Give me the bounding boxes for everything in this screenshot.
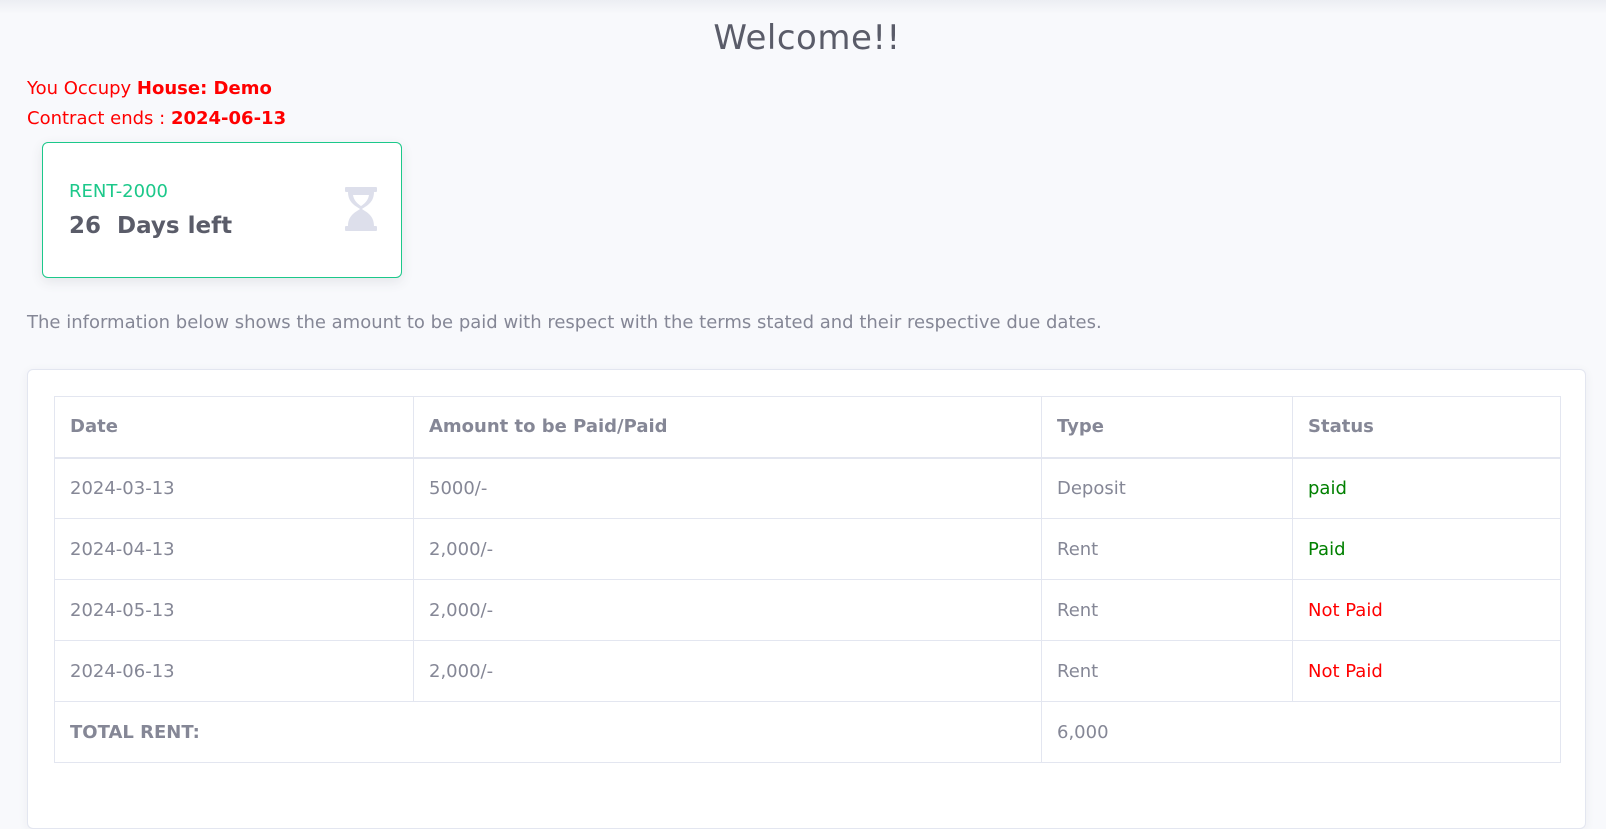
occupancy-info: You Occupy House: Demo Contract ends : 2… (27, 74, 286, 134)
column-header-date: Date (54, 396, 414, 459)
row-date: 2024-06-13 (54, 640, 414, 702)
row-type: Rent (1041, 579, 1293, 641)
rent-card-title: RENT-2000 (69, 181, 168, 202)
hourglass-icon (345, 187, 377, 231)
table-header-row: Date Amount to be Paid/Paid Type Status (54, 396, 1561, 459)
row-amount: 5000/- (413, 457, 1042, 519)
rent-countdown-card: RENT-2000 26 Days left (42, 142, 402, 278)
row-amount: 2,000/- (413, 518, 1042, 580)
house-name: House: Demo (136, 78, 272, 99)
row-status: paid (1292, 457, 1561, 519)
row-date: 2024-04-13 (54, 518, 414, 580)
payments-table: Date Amount to be Paid/Paid Type Status … (54, 396, 1561, 763)
total-rent-label: TOTAL RENT: (54, 701, 1042, 763)
days-left-number: 26 (69, 213, 102, 239)
row-status: Not Paid (1292, 579, 1561, 641)
row-type: Deposit (1041, 457, 1293, 519)
occupy-prefix: You Occupy (27, 78, 137, 99)
total-row: TOTAL RENT: 6,000 (54, 701, 1561, 763)
contract-end-line: Contract ends : 2024-06-13 (27, 104, 286, 134)
row-date: 2024-05-13 (54, 579, 414, 641)
row-type: Rent (1041, 640, 1293, 702)
contract-prefix: Contract ends : (27, 108, 171, 129)
total-rent-value: 6,000 (1041, 701, 1561, 763)
row-type: Rent (1041, 518, 1293, 580)
row-amount: 2,000/- (413, 579, 1042, 641)
table-row: 2024-06-13 2,000/- Rent Not Paid (54, 640, 1561, 702)
table-row: 2024-05-13 2,000/- Rent Not Paid (54, 579, 1561, 641)
contract-end-date: 2024-06-13 (170, 108, 287, 129)
column-header-amount: Amount to be Paid/Paid (413, 396, 1042, 459)
row-date: 2024-03-13 (54, 457, 414, 519)
row-amount: 2,000/- (413, 640, 1042, 702)
column-header-type: Type (1041, 396, 1293, 459)
table-row: 2024-03-13 5000/- Deposit paid (54, 457, 1561, 519)
column-header-status: Status (1292, 396, 1561, 459)
dashboard-page: Welcome!! You Occupy House: Demo Contrac… (0, 0, 1606, 829)
row-status: Not Paid (1292, 640, 1561, 702)
days-left-value: 26 Days left (69, 213, 232, 239)
payment-info-text: The information below shows the amount t… (27, 312, 1102, 333)
payments-panel: Date Amount to be Paid/Paid Type Status … (27, 369, 1586, 829)
row-status: Paid (1292, 518, 1561, 580)
occupied-house-line: You Occupy House: Demo (27, 74, 286, 104)
table-row: 2024-04-13 2,000/- Rent Paid (54, 518, 1561, 580)
page-title: Welcome!! (713, 18, 901, 58)
days-left-label: Days left (117, 213, 233, 239)
